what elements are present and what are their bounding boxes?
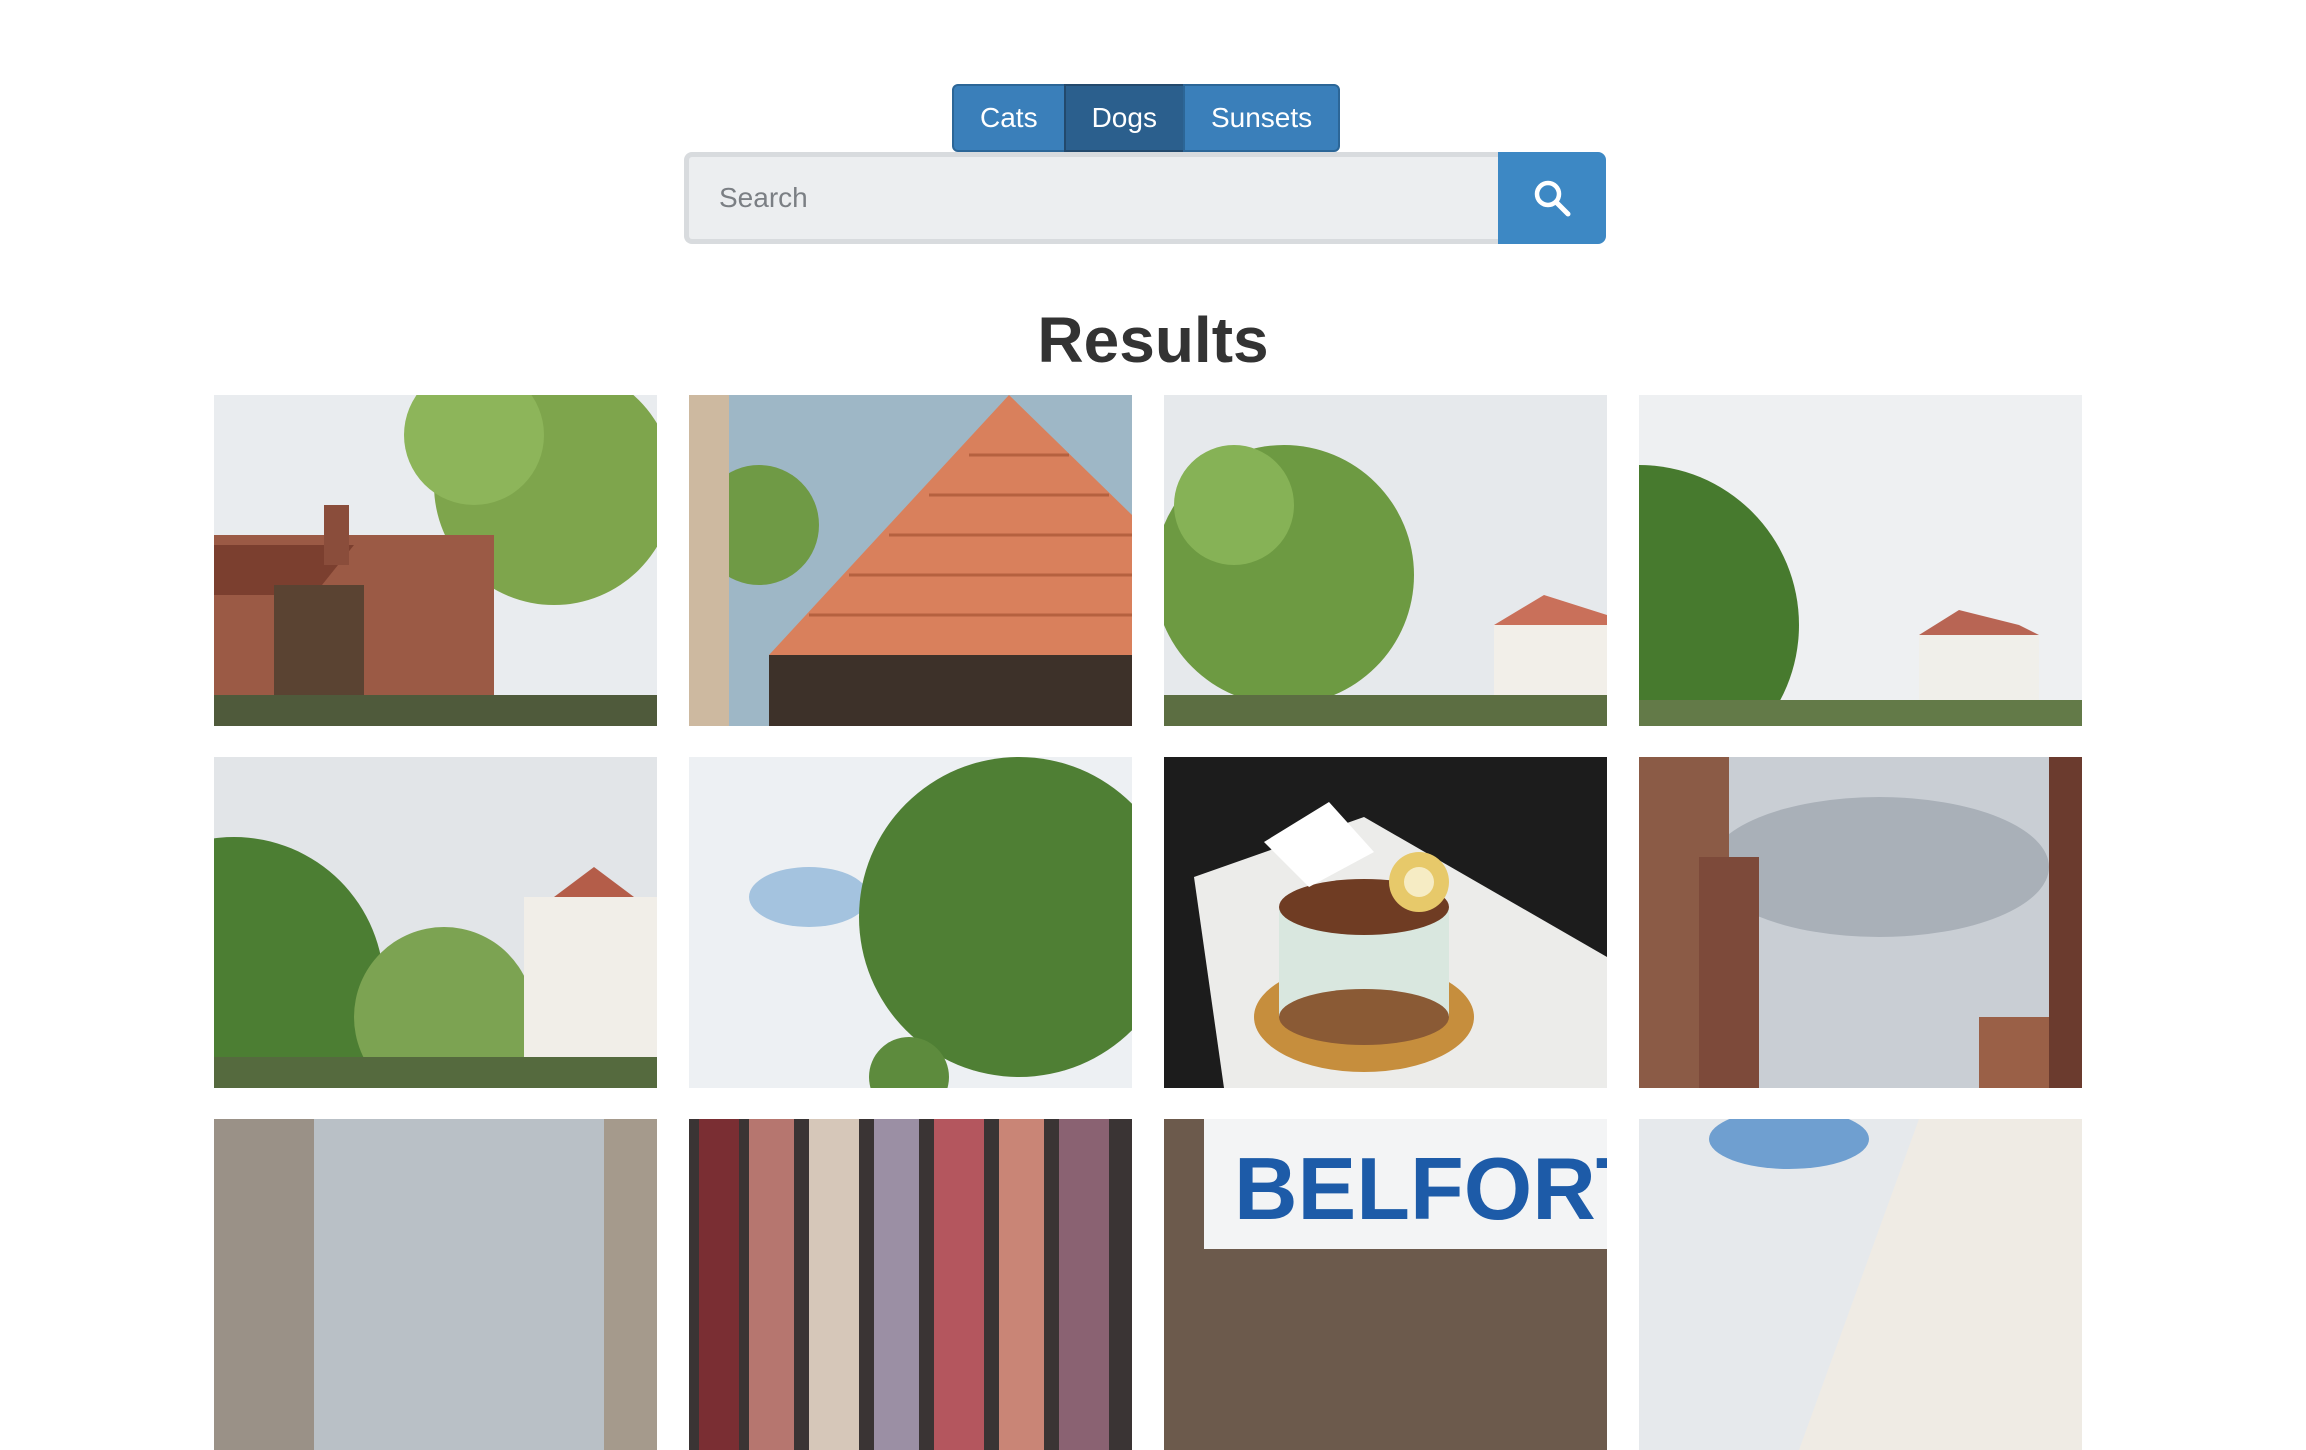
category-tabs: Cats Dogs Sunsets	[952, 84, 1341, 152]
result-image-building-sky[interactable]	[214, 1119, 657, 1450]
tab-dogs[interactable]: Dogs	[1063, 84, 1185, 152]
search-input[interactable]	[684, 152, 1498, 244]
result-image-scarves[interactable]	[689, 1119, 1132, 1450]
results-title: Results	[1037, 304, 1269, 376]
search-icon	[1534, 180, 1571, 217]
result-image-tiled-roof[interactable]	[689, 395, 1132, 726]
tab-cats[interactable]: Cats	[952, 84, 1066, 152]
result-image-dessert[interactable]	[1164, 757, 1607, 1088]
result-image-tree-sky[interactable]	[689, 757, 1132, 1088]
search-button[interactable]	[1498, 152, 1606, 244]
result-image-belfort-sign[interactable]: BELFORT	[1164, 1119, 1607, 1450]
result-image-street-facades[interactable]	[1639, 757, 2082, 1088]
results-grid: BELFORT	[214, 395, 2082, 1450]
result-image-brick-houses-tree[interactable]	[214, 395, 657, 726]
tab-sunsets[interactable]: Sunsets	[1182, 84, 1341, 152]
result-image-tree-and-gable[interactable]	[1164, 395, 1607, 726]
result-image-white-gable[interactable]	[1639, 1119, 2082, 1450]
result-image-trees-and-houses[interactable]	[1639, 395, 2082, 726]
result-image-canal-trees[interactable]	[214, 757, 657, 1088]
belfort-sign-text: BELFORT	[1234, 1139, 1607, 1238]
search-bar	[684, 152, 1606, 244]
